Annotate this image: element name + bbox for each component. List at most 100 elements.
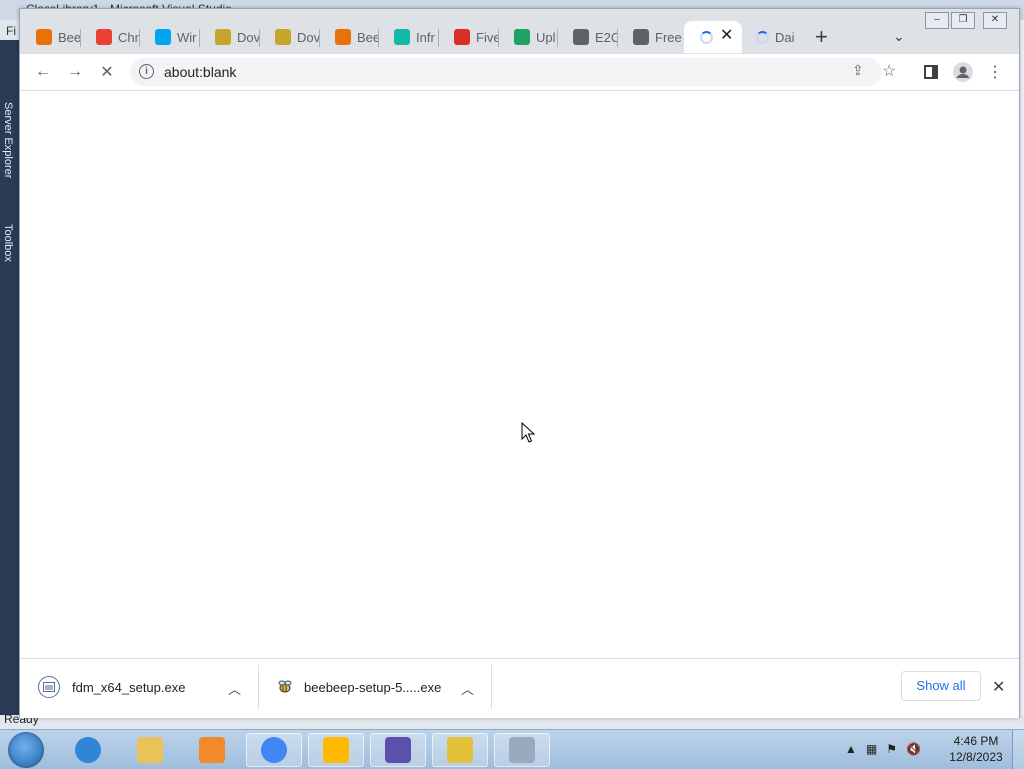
installer-icon bbox=[509, 737, 535, 763]
show-desktop-button[interactable] bbox=[1012, 730, 1024, 769]
browser-tab[interactable]: Wir bbox=[139, 21, 199, 53]
close-window-button[interactable]: ✕ bbox=[983, 12, 1007, 29]
download-filename: fdm_x64_setup.exe bbox=[72, 679, 186, 695]
browser-toolbar: ← → ✕ i about:blank ⇪ ☆ ⋮ bbox=[20, 54, 1019, 91]
taskbar-app-media-player[interactable] bbox=[184, 733, 240, 767]
network-icon[interactable]: ▦ bbox=[866, 742, 877, 756]
beebeep-icon bbox=[36, 29, 52, 45]
msn-icon bbox=[323, 737, 349, 763]
tab-title: Dov bbox=[297, 29, 319, 45]
volume-muted-icon[interactable]: 🔇 bbox=[906, 742, 921, 756]
stop-loading-button[interactable]: ✕ bbox=[96, 61, 118, 83]
bee-icon bbox=[215, 29, 231, 45]
taskbar-app-file-explorer[interactable] bbox=[122, 733, 178, 767]
system-tray: ▲ ▦ ⚑ 🔇 bbox=[845, 742, 921, 756]
tab-search-icon[interactable]: ⌄ bbox=[893, 28, 905, 45]
address-bar[interactable]: i about:blank ⇪ ☆ bbox=[130, 58, 896, 86]
server-explorer-tab[interactable]: Server Explorer bbox=[2, 102, 14, 178]
close-shelf-icon[interactable]: ✕ bbox=[992, 677, 1005, 697]
browser-tab[interactable]: Infr bbox=[378, 21, 438, 53]
menu-icon[interactable]: ⋮ bbox=[984, 61, 1006, 83]
browser-tab[interactable]: Upl bbox=[498, 21, 557, 53]
download-options-chevron-icon[interactable]: ︿ bbox=[228, 679, 241, 698]
tab-title: Bee bbox=[58, 29, 80, 45]
close-tab-icon[interactable]: ✕ bbox=[720, 28, 733, 44]
internet-explorer-icon bbox=[75, 737, 101, 763]
vs-menu-file[interactable]: Fi bbox=[6, 24, 16, 38]
file-explorer-icon bbox=[137, 737, 163, 763]
loading-spinner-icon bbox=[700, 30, 713, 44]
restore-button[interactable]: ❐ bbox=[951, 12, 975, 29]
chrome-rainbow-icon bbox=[96, 29, 112, 45]
bee-icon bbox=[275, 29, 291, 45]
beebeep-icon bbox=[447, 737, 473, 763]
lock-icon bbox=[454, 29, 470, 45]
windows-logo-icon bbox=[155, 29, 171, 45]
taskbar-app-msn[interactable] bbox=[308, 733, 364, 767]
browser-tab[interactable]: Bee bbox=[319, 21, 378, 53]
back-button[interactable]: ← bbox=[32, 61, 54, 83]
clock-time: 4:46 PM bbox=[953, 734, 999, 748]
taskbar-app-internet-explorer[interactable] bbox=[60, 733, 116, 767]
bee-icon bbox=[274, 676, 296, 698]
tab-strip: Bee Chr Wir Dov Dov Bee Infr Five Upl E2C Free ✕ Dai… bbox=[20, 9, 1019, 54]
taskbar-app-beebeep[interactable] bbox=[432, 733, 488, 767]
tab-title: Dai bbox=[775, 29, 795, 45]
upload-icon bbox=[514, 29, 530, 45]
browser-tab[interactable]: Dai bbox=[740, 21, 800, 53]
globe-icon bbox=[573, 29, 589, 45]
browser-tab[interactable]: E2C bbox=[557, 21, 617, 53]
download-shelf: fdm_x64_setup.exe ︿ beebeep-setup-5.....… bbox=[20, 658, 1019, 718]
download-options-chevron-icon[interactable]: ︿ bbox=[461, 679, 474, 698]
browser-window: Bee Chr Wir Dov Dov Bee Infr Five Upl E2C Free ✕ Dai… bbox=[19, 8, 1020, 718]
tab-title: E2C bbox=[595, 29, 617, 45]
taskbar: ▲ ▦ ⚑ 🔇 4:46 PM 12/8/2023 bbox=[0, 729, 1024, 769]
profile-avatar-icon[interactable] bbox=[952, 61, 974, 83]
tab-title: Upl bbox=[536, 29, 556, 45]
browser-tab[interactable]: Dov bbox=[259, 21, 319, 53]
tab-title: Infr bbox=[416, 29, 435, 45]
browser-tab[interactable]: Five bbox=[438, 21, 498, 53]
chrome-icon bbox=[261, 737, 287, 763]
minimize-button[interactable]: ‒ bbox=[925, 12, 949, 29]
address-text[interactable]: about:blank bbox=[164, 64, 236, 80]
taskbar-app-installer[interactable] bbox=[494, 733, 550, 767]
tray-expand-icon[interactable]: ▲ bbox=[845, 742, 857, 756]
tab-title: Wir bbox=[177, 29, 197, 45]
toolbox-tab[interactable]: Toolbox bbox=[2, 224, 14, 262]
visual-studio-icon bbox=[385, 737, 411, 763]
tab-title: Free bbox=[655, 29, 682, 45]
mouse-cursor-icon bbox=[521, 421, 536, 447]
bookmark-star-icon[interactable]: ☆ bbox=[882, 61, 896, 81]
forward-button[interactable]: → bbox=[64, 61, 86, 83]
beebeep-icon bbox=[335, 29, 351, 45]
download-filename: beebeep-setup-5.....exe bbox=[304, 679, 442, 695]
download-item[interactable]: beebeep-setup-5.....exe bbox=[274, 667, 441, 707]
browser-tab[interactable]: Free bbox=[617, 21, 684, 53]
new-tab-button[interactable]: + bbox=[815, 26, 828, 48]
tab-title: Bee bbox=[357, 29, 378, 45]
download-divider bbox=[491, 665, 492, 709]
share-icon[interactable]: ⇪ bbox=[852, 62, 864, 79]
tab-title: Chr bbox=[118, 29, 139, 45]
browser-tab[interactable]: Bee bbox=[20, 21, 80, 53]
start-button[interactable] bbox=[8, 732, 44, 768]
download-item[interactable]: fdm_x64_setup.exe bbox=[38, 667, 185, 707]
taskbar-app-visual-studio[interactable] bbox=[370, 733, 426, 767]
download-divider bbox=[258, 665, 259, 709]
page-content[interactable] bbox=[20, 91, 1019, 658]
dot-icon bbox=[633, 29, 649, 45]
browser-tab[interactable]: Chr bbox=[80, 21, 139, 53]
tab-title: Five bbox=[476, 29, 498, 45]
loading-spinner-icon bbox=[756, 30, 769, 44]
show-all-downloads-button[interactable]: Show all bbox=[901, 671, 981, 701]
taskbar-app-chrome[interactable] bbox=[246, 733, 302, 767]
action-center-icon[interactable]: ⚑ bbox=[886, 742, 897, 756]
side-panel-icon[interactable] bbox=[920, 61, 942, 83]
browser-tab[interactable]: Dov bbox=[199, 21, 259, 53]
tab-title: Dov bbox=[237, 29, 259, 45]
clock[interactable]: 4:46 PM 12/8/2023 bbox=[946, 733, 1006, 765]
installer-icon bbox=[38, 676, 60, 698]
media-player-icon bbox=[199, 737, 225, 763]
info-icon[interactable]: i bbox=[139, 64, 154, 79]
